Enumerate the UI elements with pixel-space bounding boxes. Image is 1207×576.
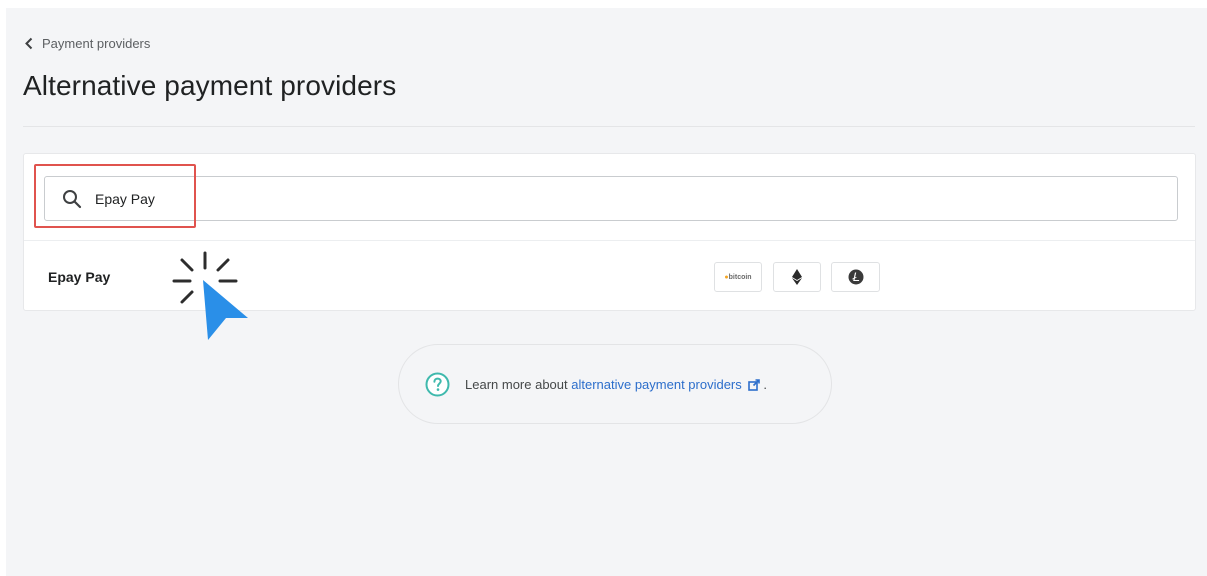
breadcrumb[interactable]: Payment providers [24, 36, 150, 51]
bitcoin-cash-icon: ●bitcoin [714, 262, 762, 292]
help-suffix: . [759, 377, 767, 392]
help-banner: Learn more about alternative payment pro… [398, 344, 832, 424]
external-link-icon[interactable] [747, 379, 760, 391]
bitcoin-cash-label: bitcoin [728, 273, 752, 281]
breadcrumb-label: Payment providers [42, 36, 151, 51]
ethereum-icon [773, 262, 821, 292]
cursor-click-icon [172, 251, 248, 340]
chevron-left-icon [25, 37, 33, 50]
divider [23, 126, 1195, 127]
search-icon [63, 190, 82, 209]
help-prefix: Learn more about [465, 377, 572, 392]
search-input[interactable] [95, 177, 1165, 220]
search-field[interactable] [44, 176, 1178, 221]
help-text: Learn more about alternative payment pro… [465, 377, 767, 392]
provider-name: Epay Pay [48, 269, 111, 285]
litecoin-icon [831, 262, 880, 292]
alternative-payment-providers-link[interactable]: alternative payment providers [571, 377, 742, 392]
page-title: Alternative payment providers [23, 70, 397, 101]
question-circle-icon [425, 372, 450, 397]
